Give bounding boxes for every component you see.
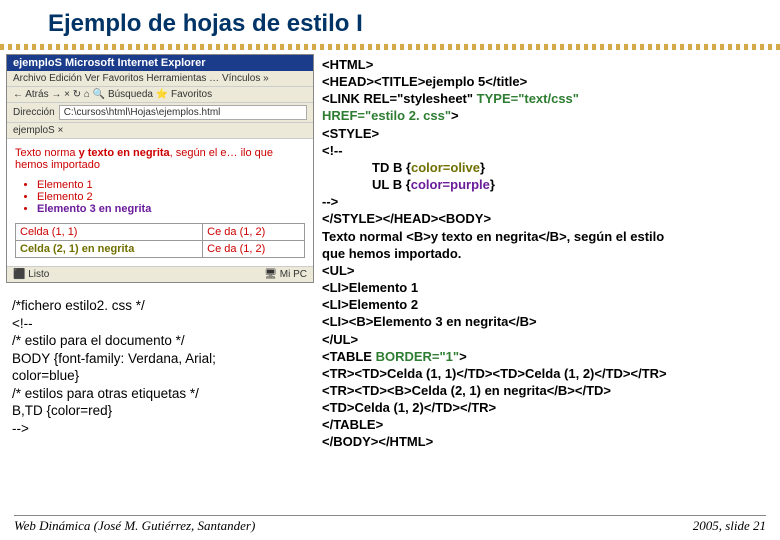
cell: Celda (2, 1) en negrita: [16, 241, 203, 258]
code-line: <TABLE BORDER="1">: [322, 348, 774, 365]
code-line: -->: [322, 193, 774, 210]
browser-status: ⬛ Listo 🖥 Mi PC: [7, 266, 313, 282]
browser-list: Elemento 1 Elemento 2 Elemento 3 en negr…: [15, 179, 305, 215]
code-line: <HTML>: [322, 56, 774, 73]
code-line: <LI><B>Elemento 3 en negrita</B>: [322, 313, 774, 330]
browser-titlebar: ejemploS Microsoft Internet Explorer: [7, 55, 313, 71]
code-line: <LI>Elemento 2: [322, 296, 774, 313]
code-line: <TD>Celda (1, 2)</TD></TR>: [322, 399, 774, 416]
code-line: color=blue}: [12, 367, 308, 385]
code-line: </UL>: [322, 331, 774, 348]
code-line: </BODY></HTML>: [322, 433, 774, 450]
code-line: </TABLE>: [322, 416, 774, 433]
addr-label: Dirección: [13, 107, 55, 118]
code-line: HREF="estilo 2. css">: [322, 107, 774, 124]
code-line: <STYLE>: [322, 125, 774, 142]
list-bold: Elemento 3 en negrita: [37, 203, 151, 215]
code-line: UL B {color=purple}: [322, 176, 774, 193]
code-line: -->: [12, 420, 308, 438]
footer-right: 2005, slide 21: [693, 518, 766, 534]
body-text-bold: y texto en negrita: [79, 147, 170, 159]
browser-mockup: ejemploS Microsoft Internet Explorer Arc…: [6, 54, 314, 283]
cell-bold: Celda (2, 1) en negrita: [20, 243, 134, 255]
code-line: </STYLE></HEAD><BODY>: [322, 210, 774, 227]
css-code-box: /*fichero estilo2. css */ <!-- /* estilo…: [6, 293, 314, 441]
code-line: <UL>: [322, 262, 774, 279]
code-line: <!--: [12, 315, 308, 333]
browser-menubar: Archivo Edición Ver Favoritos Herramient…: [7, 71, 313, 86]
code-line: B,TD {color=red}: [12, 402, 308, 420]
code-line: TD B {color=olive}: [322, 159, 774, 176]
cell: Ce da (1, 2): [203, 241, 305, 258]
code-line: <!--: [322, 142, 774, 159]
table-row: Celda (2, 1) en negrita Ce da (1, 2): [16, 241, 305, 258]
list-item: Elemento 2: [37, 191, 305, 203]
footer-left: Web Dinámica (José M. Gutiérrez, Santand…: [14, 518, 255, 534]
code-line: <LI>Elemento 1: [322, 279, 774, 296]
code-line: <LINK REL="stylesheet" TYPE="text/css": [322, 90, 774, 107]
code-line: que hemos importado.: [322, 245, 774, 262]
cell: Ce da (1, 2): [203, 224, 305, 241]
status-right: 🖥 Mi PC: [264, 269, 307, 280]
browser-toolbar: ← Atrás → × ↻ ⌂ 🔍 Búsqueda ⭐ Favoritos: [7, 86, 313, 103]
status-left: ⬛ Listo: [13, 269, 49, 280]
code-line: <TR><TD>Celda (1, 1)</TD><TD>Celda (1, 2…: [322, 365, 774, 382]
code-line: BODY {font-family: Verdana, Arial;: [12, 350, 308, 368]
browser-table: Celda (1, 1) Ce da (1, 2) Celda (2, 1) e…: [15, 223, 305, 258]
right-column: <HTML> <HEAD><TITLE>ejemplo 5</title> <L…: [314, 54, 774, 451]
addr-input[interactable]: C:\cursos\html\Hojas\ejemplos.html: [59, 105, 307, 120]
code-line: /* estilos para otras etiquetas */: [12, 385, 308, 403]
content-area: ejemploS Microsoft Internet Explorer Arc…: [0, 54, 780, 451]
code-line: <TR><TD><B>Celda (2, 1) en negrita</B></…: [322, 382, 774, 399]
code-line: Texto normal <B>y texto en negrita</B>, …: [322, 228, 774, 245]
browser-tabs: ejemploS ×: [7, 123, 313, 139]
left-column: ejemploS Microsoft Internet Explorer Arc…: [6, 54, 314, 451]
list-item: Elemento 3 en negrita: [37, 203, 305, 215]
dashed-rule: [0, 44, 780, 50]
browser-body: Texto norma y texto en negrita, según el…: [7, 139, 313, 266]
table-row: Celda (1, 1) Ce da (1, 2): [16, 224, 305, 241]
cell: Celda (1, 1): [16, 224, 203, 241]
body-text-1: Texto norma: [15, 147, 79, 159]
footer: Web Dinámica (José M. Gutiérrez, Santand…: [14, 515, 766, 534]
list-item: Elemento 1: [37, 179, 305, 191]
code-line: /*fichero estilo2. css */: [12, 297, 308, 315]
browser-address: Dirección C:\cursos\html\Hojas\ejemplos.…: [7, 103, 313, 123]
code-line: <HEAD><TITLE>ejemplo 5</title>: [322, 73, 774, 90]
code-line: /* estilo para el documento */: [12, 332, 308, 350]
slide-title: Ejemplo de hojas de estilo I: [0, 0, 780, 44]
